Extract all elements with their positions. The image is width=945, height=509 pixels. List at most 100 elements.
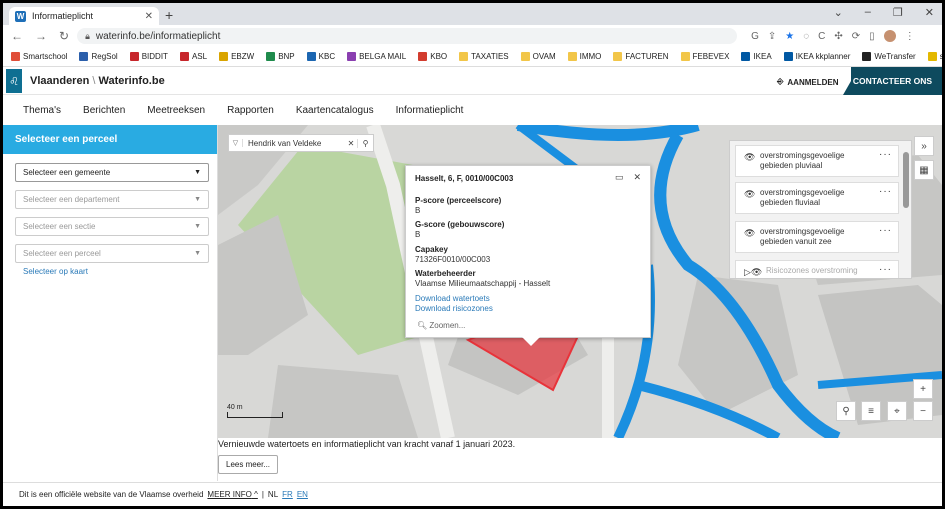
menu-icon[interactable]: ⋮ (905, 31, 915, 42)
more-info-link[interactable]: MEER INFO ^ (207, 490, 257, 499)
google-icon[interactable]: G (751, 31, 759, 42)
vlaanderen-logo-icon[interactable]: ♌︎ (6, 69, 22, 93)
zoom-link[interactable]: 🔍︎ Zoomen... (417, 321, 465, 330)
read-more-button[interactable]: Lees meer... (218, 455, 279, 474)
departement-select[interactable]: Selecteer een departement ▼ (15, 190, 209, 209)
lang-en[interactable]: EN (297, 490, 308, 499)
share-icon[interactable]: ⇪ (768, 31, 776, 42)
bookmark-label: BIDDIT (141, 52, 168, 61)
browser-window: W Informatieplicht ✕ + ⌄ – ❐ ✕ ← → ↻ 🔒︎ … (3, 3, 942, 506)
layer-item[interactable]: ▷👁︎ Risicozones overstroming ··· (735, 260, 899, 278)
sidebar-icon[interactable]: ▯ (869, 31, 875, 42)
location-pin-icon[interactable]: ⚲ (836, 401, 856, 421)
bookmark-item[interactable]: IMMO (567, 52, 601, 61)
reload-icon[interactable]: ↻ (59, 29, 69, 43)
layer-item[interactable]: 👁︎ overstromingsgevoelige gebieden vanui… (735, 221, 899, 253)
nav-item-kaartencatalogus[interactable]: Kaartencatalogus (296, 105, 374, 116)
more-icon[interactable]: ··· (879, 225, 892, 236)
layer-item[interactable]: 👁︎ overstromingsgevoelige gebieden pluvi… (735, 145, 899, 177)
layers-list-icon[interactable]: ≡ (861, 401, 881, 421)
nav-item-themas[interactable]: Thema's (23, 105, 61, 116)
waterbeheerder-value: Vlaamse Milieumaatschappij - Hasselt (415, 279, 551, 288)
bookmark-item[interactable]: IKEA kkplanner (783, 52, 851, 61)
legend-icon[interactable]: ▦ (914, 160, 934, 180)
profile-avatar[interactable] (883, 30, 896, 42)
puzzle-icon[interactable]: ✣ (834, 31, 842, 42)
bookmark-item[interactable]: ASL (179, 52, 207, 61)
close-tab-icon[interactable]: ✕ (145, 11, 153, 22)
extensions: G ⇪ ★ ◌ C ✣ ⟳ ▯ ⋮ (751, 30, 915, 42)
more-icon[interactable]: ··· (879, 186, 892, 197)
back-icon[interactable]: ← (11, 29, 23, 43)
bookmark-item[interactable]: WeTransfer (862, 52, 916, 61)
caret-down-icon: ▼ (194, 169, 201, 176)
bookmark-item[interactable]: BNP (266, 52, 295, 61)
bookmark-item[interactable]: sodexo (927, 52, 942, 61)
bookmark-icon (459, 52, 469, 61)
gemeente-select[interactable]: Selecteer een gemeente ▼ (15, 163, 209, 182)
restore-icon[interactable]: ❐ (893, 6, 903, 19)
extension-icon[interactable]: ◌ (803, 31, 809, 42)
layer-label: overstromingsgevoelige gebieden vanuit z… (760, 227, 845, 246)
contact-button[interactable]: CONTACTEER ONS (843, 67, 942, 95)
bookmark-item[interactable]: FACTUREN (613, 52, 669, 61)
extension-c-icon[interactable]: C (818, 31, 825, 42)
brand[interactable]: Vlaanderen \ Waterinfo.be (30, 75, 165, 87)
layer-label: overstromingsgevoelige gebieden fluviaal (760, 188, 845, 207)
more-icon[interactable]: ··· (879, 149, 892, 160)
sectie-select[interactable]: Selecteer een sectie ▼ (15, 217, 209, 236)
locate-icon[interactable]: ⌖ (887, 401, 907, 421)
map-view[interactable]: ▽ Hendrik van Veldeke ✕ ⚲ 40 m Hasselt, … (218, 125, 942, 438)
login-button[interactable]: ⎆ AANMELDEN (777, 77, 839, 87)
url-field[interactable]: 🔒︎ waterinfo.be/informatieplicht (77, 28, 738, 44)
perceel-select[interactable]: Selecteer een perceel ▼ (15, 244, 209, 263)
bookmark-item[interactable]: KBO (418, 52, 447, 61)
bookmark-item[interactable]: TAXATIES (459, 52, 509, 61)
nav-item-berichten[interactable]: Berichten (83, 105, 125, 116)
search-options-icon[interactable]: ▽ (229, 139, 243, 147)
layer-scrollbar[interactable] (902, 144, 910, 277)
search-icon[interactable]: ⚲ (357, 138, 373, 148)
bookmark-item[interactable]: BIDDIT (129, 52, 168, 61)
clear-search-icon[interactable]: ✕ (345, 139, 357, 148)
minimize-icon[interactable]: – (865, 6, 871, 19)
bookmark-item[interactable]: Smartschool (11, 52, 67, 61)
star-icon[interactable]: ★ (785, 31, 794, 42)
zoom-out-icon[interactable]: − (913, 401, 933, 421)
bookmark-item[interactable]: KBC (306, 52, 335, 61)
forward-icon[interactable]: → (35, 29, 47, 43)
sync-icon[interactable]: ⟳ (852, 31, 860, 42)
bookmark-label: IKEA kkplanner (795, 52, 851, 61)
browser-tab[interactable]: W Informatieplicht ✕ (9, 7, 159, 25)
more-icon[interactable]: ··· (879, 264, 892, 275)
visibility-icon[interactable]: 👁︎ (744, 228, 755, 239)
nav-item-rapporten[interactable]: Rapporten (227, 105, 274, 116)
nav-item-meetreeksen[interactable]: Meetreeksen (147, 105, 205, 116)
map-search-input[interactable]: Hendrik van Veldeke (243, 139, 345, 148)
layer-item[interactable]: 👁︎ overstromingsgevoelige gebieden fluvi… (735, 182, 899, 214)
chevron-down-icon[interactable]: ⌄ (834, 6, 843, 19)
bookmark-item[interactable]: IKEA (741, 52, 772, 61)
download-risicozones-link[interactable]: Download risicozones (415, 304, 493, 313)
bookmark-item[interactable]: FEBEVEX (680, 52, 729, 61)
bookmark-item[interactable]: EBZW (219, 52, 254, 61)
nav-item-informatieplicht[interactable]: Informatieplicht (396, 105, 464, 116)
bookmark-item[interactable]: OVAM (520, 52, 556, 61)
new-tab-icon[interactable]: + (165, 7, 173, 23)
bookmark-item[interactable]: BELGA MAIL (347, 52, 406, 61)
lang-fr[interactable]: FR (282, 490, 293, 499)
zoom-icon: 🔍︎ (417, 321, 428, 330)
dock-popup-icon[interactable]: ▭ (615, 172, 624, 183)
close-popup-icon[interactable]: ✕ (633, 172, 641, 183)
expand-visibility-icon[interactable]: ▷👁︎ (744, 267, 762, 278)
lang-nl[interactable]: NL (268, 490, 278, 499)
visibility-icon[interactable]: 👁︎ (744, 189, 755, 200)
close-window-icon[interactable]: ✕ (925, 6, 934, 19)
select-on-map-link[interactable]: Selecteer op kaart (23, 267, 88, 276)
collapse-panel-icon[interactable]: » (914, 136, 934, 156)
bookmark-item[interactable]: RegSol (79, 52, 118, 61)
bookmark-icon (179, 52, 189, 61)
zoom-in-icon[interactable]: + (913, 379, 933, 399)
download-watertoets-link[interactable]: Download watertoets (415, 294, 490, 303)
visibility-icon[interactable]: 👁︎ (744, 152, 755, 163)
